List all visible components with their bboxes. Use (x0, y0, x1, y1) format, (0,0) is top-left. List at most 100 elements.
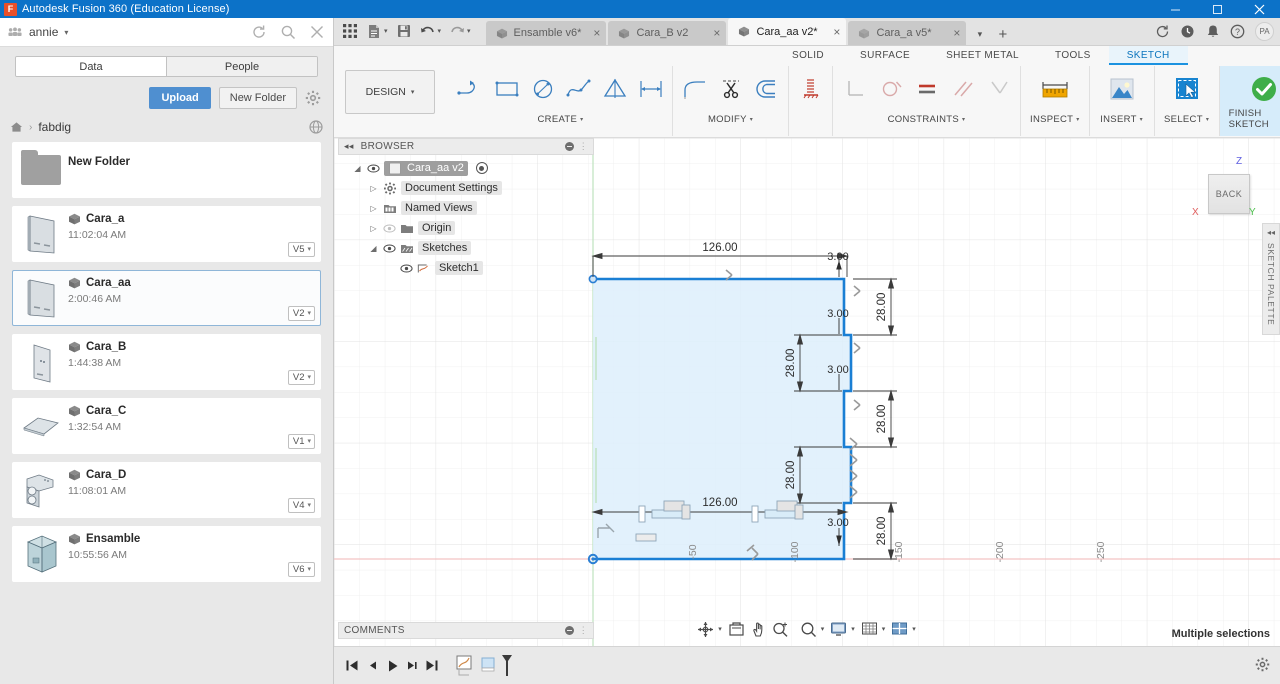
doc-tab-cara-b[interactable]: Cara_B v2 × (608, 21, 727, 45)
expand-triangle-icon[interactable]: ▷ (368, 183, 379, 194)
browser-node-sketch1[interactable]: Sketch1 (338, 258, 594, 278)
browser-node-sketches[interactable]: ◢ Sketches (338, 238, 594, 258)
ribbon-group-label-insert[interactable]: INSERT ▾ (1100, 112, 1143, 126)
symmetry-constraint[interactable] (981, 67, 1016, 111)
ribbon-group-label-finish-sketch[interactable]: FINISH SKETCH ▾ (1229, 108, 1280, 130)
viewports-button[interactable] (889, 619, 910, 639)
perpendicular-constraint[interactable] (837, 67, 872, 111)
help-icon[interactable]: ? (1226, 20, 1249, 42)
parallel-constraint[interactable] (945, 67, 980, 111)
browser-node-cara-aa[interactable]: ◢ Cara_aa v2 (338, 158, 594, 178)
undo-caret[interactable]: ▾ (438, 27, 442, 35)
list-item[interactable]: Cara_B 1:44:38 AM V2 ▾ (12, 334, 321, 390)
redo-icon[interactable] (446, 19, 468, 43)
maximize-button[interactable] (1196, 0, 1238, 18)
line-tool[interactable] (453, 67, 488, 111)
browser-node-origin[interactable]: ▷ Origin (338, 218, 594, 238)
insert-tool[interactable] (1099, 67, 1145, 111)
save-icon[interactable] (393, 19, 415, 43)
timeline-feature-flange[interactable] (478, 654, 498, 678)
workspace-switcher[interactable]: DESIGN ▾ (345, 70, 435, 114)
app-grid-icon[interactable] (339, 19, 361, 43)
view-cube[interactable]: Z BACK X Y (1192, 156, 1264, 228)
new-tab-button[interactable]: + (991, 23, 1014, 45)
team-dropdown-caret[interactable]: ▾ (64, 28, 68, 37)
orbit-button[interactable] (695, 619, 716, 639)
browser-node-row[interactable]: Cara_aa v2 (384, 160, 468, 176)
circle-tool[interactable] (525, 67, 560, 111)
list-item[interactable]: Ensamble 10:55:56 AM V6 ▾ (12, 526, 321, 582)
expand-triangle-icon[interactable]: ▷ (368, 203, 379, 214)
measure-tool[interactable] (1032, 67, 1078, 111)
file-icon[interactable] (363, 19, 385, 43)
sketch-scale-tool[interactable] (793, 67, 828, 111)
timeline-step-back-button[interactable] (362, 654, 382, 678)
finish-sketch-tool[interactable] (1229, 67, 1280, 111)
fillet-tool[interactable] (677, 67, 712, 111)
activate-component-icon[interactable] (475, 162, 488, 174)
grip-icon[interactable]: ⋮ (579, 141, 588, 152)
display-settings-button[interactable] (828, 619, 849, 639)
view-cube-face[interactable]: BACK (1208, 174, 1250, 214)
list-item-selected[interactable]: Cara_aa 2:00:46 AM V2 ▾ (12, 270, 321, 326)
close-panel-icon[interactable] (309, 24, 325, 40)
visibility-eye-icon[interactable] (367, 163, 380, 174)
list-item[interactable]: Cara_D 11:08:01 AM V4 ▾ (12, 462, 321, 518)
version-badge[interactable]: V2 ▾ (287, 370, 315, 385)
browser-node-named-views[interactable]: ▷ Named Views (338, 198, 594, 218)
mirror-tool[interactable] (597, 67, 632, 111)
redo-caret[interactable]: ▾ (467, 27, 471, 35)
timeline-end-button[interactable] (422, 654, 442, 678)
sketch-dimension-tool[interactable] (633, 67, 668, 111)
look-at-button[interactable] (726, 619, 747, 639)
ribbon-group-label-select[interactable]: SELECT ▾ (1164, 112, 1209, 126)
timeline-marker[interactable] (498, 654, 516, 678)
rectangle-tool[interactable] (489, 67, 524, 111)
equal-constraint[interactable] (909, 67, 944, 111)
job-status-icon[interactable] (1151, 20, 1174, 42)
visibility-eye-icon[interactable] (383, 243, 396, 254)
select-tool[interactable] (1164, 67, 1210, 111)
version-badge[interactable]: V6 ▾ (287, 562, 315, 577)
visibility-eye-icon[interactable] (400, 263, 413, 274)
ribbon-tab-sheet-metal[interactable]: SHEET METAL (928, 46, 1037, 65)
tangent-constraint[interactable] (873, 67, 908, 111)
search-icon[interactable] (280, 24, 296, 40)
grid-snaps-caret[interactable]: ▾ (882, 625, 886, 633)
refresh-icon[interactable] (251, 24, 267, 40)
upload-button[interactable]: Upload (149, 87, 211, 109)
timeline-begin-button[interactable] (342, 654, 362, 678)
ribbon-tab-sketch[interactable]: SKETCH (1108, 46, 1188, 65)
recent-icon[interactable] (1176, 20, 1199, 42)
doc-tab-cara-aa[interactable]: Cara_aa v2* × (728, 18, 847, 45)
version-badge[interactable]: V4 ▾ (287, 498, 315, 513)
spline-tool[interactable] (561, 67, 596, 111)
timeline-settings[interactable] (1255, 657, 1280, 675)
timeline-feature-sketch[interactable] (454, 654, 478, 678)
visibility-eye-icon[interactable] (383, 223, 396, 234)
globe-icon[interactable] (309, 120, 323, 134)
breadcrumb-current[interactable]: fabdig (38, 120, 71, 134)
ribbon-group-label-modify[interactable]: MODIFY ▾ (708, 112, 753, 126)
file-menu-caret[interactable]: ▾ (384, 27, 388, 35)
orbit-caret[interactable]: ▾ (718, 625, 722, 633)
display-settings-caret[interactable]: ▾ (851, 625, 855, 633)
timeline-step-forward-button[interactable] (402, 654, 422, 678)
bell-icon[interactable] (1201, 20, 1224, 42)
expand-triangle-icon[interactable]: ◢ (352, 163, 363, 174)
ribbon-tab-tools[interactable]: TOOLS (1037, 46, 1109, 65)
minimize-button[interactable] (1154, 0, 1196, 18)
new-folder-button[interactable]: New Folder (218, 87, 297, 109)
close-button[interactable] (1238, 0, 1280, 18)
list-item[interactable]: Cara_a 11:02:04 AM V5 ▾ (12, 206, 321, 262)
avatar[interactable]: PA (1255, 21, 1274, 41)
browser-node-document-settings[interactable]: ▷ Document Settings (338, 178, 594, 198)
trim-tool[interactable] (713, 67, 748, 111)
collapse-right-icon[interactable]: ◂◂ (1267, 228, 1275, 237)
doc-tab-close-icon[interactable]: × (827, 25, 840, 39)
ribbon-group-label-create[interactable]: CREATE ▾ (538, 112, 584, 126)
doc-tab-cara-a[interactable]: Cara_a v5* × (848, 21, 967, 45)
ribbon-tab-solid[interactable]: SOLID (774, 46, 842, 65)
pan-button[interactable] (748, 619, 769, 639)
fit-button[interactable] (798, 619, 819, 639)
